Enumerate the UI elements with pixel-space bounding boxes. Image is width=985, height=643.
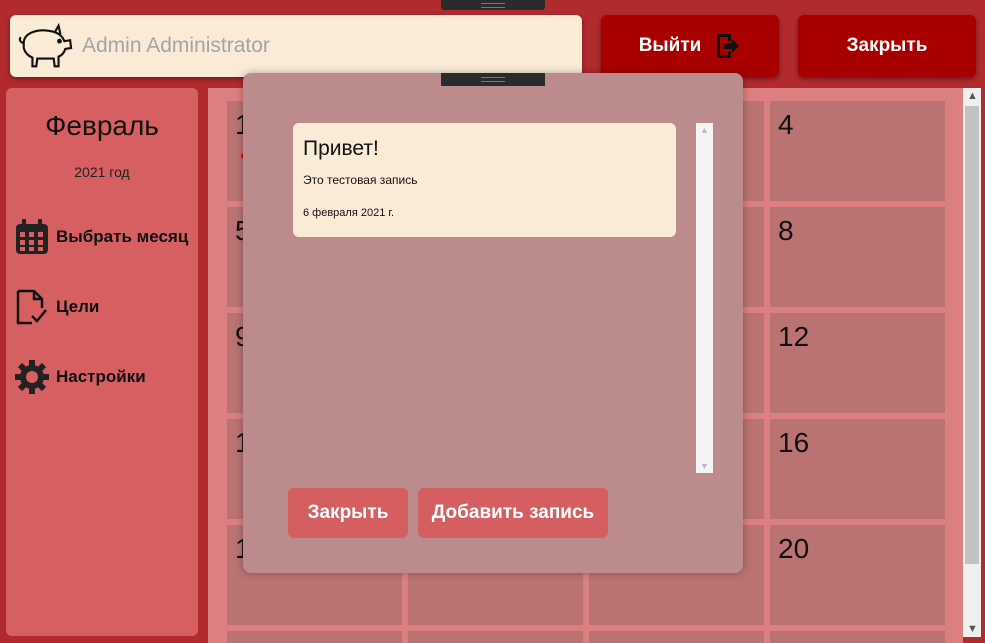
sidebar: Февраль 2021 год Выбрать месяц Цели Наст… bbox=[6, 88, 198, 636]
current-month: Февраль bbox=[45, 110, 159, 141]
close-app-label: Закрыть bbox=[846, 35, 928, 56]
sidebar-item-goals[interactable]: Цели bbox=[14, 288, 99, 326]
logout-label: Выйти bbox=[638, 35, 702, 56]
close-app-button[interactable]: Закрыть bbox=[798, 15, 976, 77]
document-check-icon bbox=[16, 289, 47, 325]
entry-card[interactable]: Привет! Это тестовая запись 6 февраля 20… bbox=[293, 123, 676, 237]
entry-list-scrollbar[interactable]: ▲ ▼ bbox=[696, 123, 713, 473]
scroll-up-arrow-icon[interactable]: ▲ bbox=[967, 90, 978, 102]
add-entry-label: Добавить запись bbox=[431, 502, 595, 523]
entry-list: Привет! Это тестовая запись 6 февраля 20… bbox=[293, 123, 713, 473]
day-entries-dialog: Привет! Это тестовая запись 6 февраля 20… bbox=[243, 73, 743, 573]
calendar-day[interactable]: 8 bbox=[770, 207, 945, 307]
sidebar-item-label: Настройки bbox=[56, 367, 146, 386]
scroll-down-arrow-icon[interactable]: ▼ bbox=[700, 461, 709, 471]
sidebar-item-settings[interactable]: Настройки bbox=[14, 358, 146, 396]
calendar-day[interactable]: 12 bbox=[770, 313, 945, 413]
scroll-up-arrow-icon[interactable]: ▲ bbox=[700, 125, 709, 135]
calendar-day[interactable]: 20 bbox=[770, 525, 945, 625]
scroll-down-arrow-icon[interactable]: ▼ bbox=[967, 623, 978, 635]
entry-title: Привет! bbox=[303, 137, 379, 160]
dialog-drag-handle[interactable] bbox=[441, 73, 545, 86]
calendar-day[interactable] bbox=[227, 631, 402, 643]
entry-date: 6 февраля 2021 г. bbox=[303, 207, 395, 219]
user-info-panel: Admin Administrator bbox=[10, 15, 582, 77]
day-number: 12 bbox=[778, 321, 810, 352]
dialog-close-label: Закрыть bbox=[307, 502, 389, 523]
calendar-day[interactable] bbox=[408, 631, 583, 643]
user-name-label: Admin Administrator bbox=[82, 34, 270, 57]
day-number: 16 bbox=[778, 427, 810, 458]
logout-button[interactable]: Выйти bbox=[601, 15, 779, 77]
calendar-day[interactable] bbox=[589, 631, 764, 643]
window-drag-handle[interactable] bbox=[441, 0, 545, 10]
calendar-icon bbox=[16, 219, 48, 254]
dialog-close-button[interactable]: Закрыть bbox=[288, 488, 408, 538]
calendar-scrollbar[interactable]: ▲ ▼ bbox=[963, 88, 981, 637]
entry-text: Это тестовая запись bbox=[303, 173, 418, 187]
exit-icon bbox=[717, 34, 740, 58]
current-year: 2021 год bbox=[74, 164, 130, 180]
sidebar-item-select-month[interactable]: Выбрать месяц bbox=[14, 218, 188, 256]
gear-icon bbox=[15, 360, 49, 394]
day-number: 20 bbox=[778, 533, 810, 564]
day-number: 8 bbox=[778, 215, 794, 246]
pig-icon bbox=[18, 22, 73, 68]
add-entry-button[interactable]: Добавить запись bbox=[418, 488, 608, 538]
calendar-day[interactable]: 16 bbox=[770, 419, 945, 519]
calendar-day[interactable]: 4 bbox=[770, 101, 945, 201]
calendar-day[interactable] bbox=[770, 631, 945, 643]
scrollbar-thumb[interactable] bbox=[965, 106, 979, 564]
sidebar-item-label: Выбрать месяц bbox=[56, 227, 189, 246]
day-number: 4 bbox=[778, 109, 794, 140]
sidebar-item-label: Цели bbox=[56, 297, 100, 316]
